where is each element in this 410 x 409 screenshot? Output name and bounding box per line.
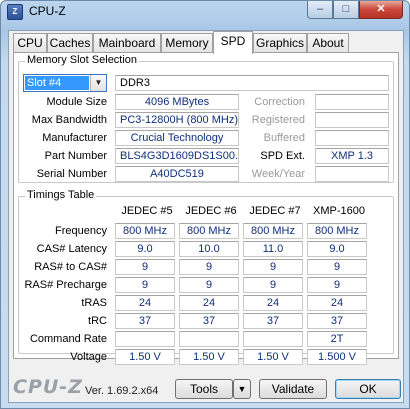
timing-row-label: RAS# Precharge [24, 279, 107, 291]
timing-cell: 37 [179, 313, 239, 329]
max-bandwidth-label: Max Bandwidth [31, 114, 107, 126]
tab-graphics[interactable]: Graphics [253, 33, 307, 53]
memory-slot-group: Memory Slot Selection Slot #4 ▼ DDR3 Mod… [18, 54, 394, 183]
timing-cell: 24 [307, 295, 367, 311]
timing-cell: 9.0 [307, 241, 367, 257]
timings-group-title: Timings Table [25, 189, 97, 201]
cpu-z-logo: CPU-Z [13, 376, 83, 398]
timing-cell: 9.0 [115, 241, 175, 257]
correction-label: Correction [254, 96, 305, 108]
column-header: JEDEC #5 [121, 205, 173, 217]
part-number-value: BLS4G3D1609DS1S00. [115, 148, 239, 164]
chevron-down-icon[interactable]: ▼ [90, 75, 106, 91]
manufacturer-value: Crucial Technology [115, 130, 239, 146]
max-bandwidth-value: PC3-12800H (800 MHz) [115, 112, 239, 128]
column-header: JEDEC #7 [249, 205, 301, 217]
cpu-z-window: Z CPU-Z – □ ✕ CPU Caches Mainboard Memor… [0, 0, 410, 409]
tab-cpu[interactable]: CPU [13, 33, 47, 53]
version-label: Ver. 1.69.2.x64 [85, 385, 159, 397]
client-area: CPU Caches Mainboard Memory SPD Graphics… [8, 30, 404, 403]
title-bar[interactable]: Z CPU-Z – □ ✕ [1, 1, 409, 23]
cpu-z-app-icon: Z [7, 4, 23, 20]
timing-cell: 800 MHz [179, 223, 239, 239]
timing-cell: 800 MHz [243, 223, 303, 239]
timing-cell: 9 [179, 259, 239, 275]
buffered-label: Buffered [263, 132, 305, 144]
slot-select[interactable]: Slot #4 ▼ [23, 74, 107, 92]
tab-caches[interactable]: Caches [47, 33, 93, 53]
timing-cell: 9 [307, 259, 367, 275]
timing-cell: 37 [243, 313, 303, 329]
timing-cell: 24 [179, 295, 239, 311]
tab-spd[interactable]: SPD [213, 31, 253, 54]
maximize-button[interactable]: □ [333, 1, 359, 19]
correction-value [315, 94, 389, 110]
timing-cell [115, 331, 175, 347]
minimize-button[interactable]: – [307, 1, 333, 19]
spd-ext-value: XMP 1.3 [315, 148, 389, 164]
slot-select-value: Slot #4 [25, 76, 89, 90]
module-size-value: 4096 MBytes [115, 94, 239, 110]
timing-row-label: tRC [88, 315, 107, 327]
timing-cell: 37 [307, 313, 367, 329]
timings-group: Timings Table JEDEC #5 JEDEC #6 JEDEC #7… [18, 189, 394, 365]
serial-number-value: A40DC519 [115, 166, 239, 182]
column-header: XMP-1600 [313, 205, 365, 217]
memory-type-field: DDR3 [115, 75, 389, 91]
timing-cell: 24 [115, 295, 175, 311]
timing-cell: 10.0 [179, 241, 239, 257]
week-year-value [315, 166, 389, 182]
week-year-label: Week/Year [251, 168, 305, 180]
timing-row-label: Frequency [55, 225, 107, 237]
timing-cell [243, 331, 303, 347]
timing-cell: 9 [115, 277, 175, 293]
tab-about[interactable]: About [307, 33, 349, 53]
timing-cell: 9 [243, 259, 303, 275]
timing-row-label: Command Rate [29, 333, 107, 345]
timing-cell: 9 [243, 277, 303, 293]
timing-row-label: CAS# Latency [36, 243, 107, 255]
timing-cell: 1.50 V [179, 349, 239, 365]
timing-cell: 11.0 [243, 241, 303, 257]
tools-button[interactable]: Tools [175, 379, 233, 399]
timing-cell: 9 [115, 259, 175, 275]
timing-row-label: Voltage [70, 351, 107, 363]
timing-cell: 1.500 V [307, 349, 367, 365]
tab-mainboard[interactable]: Mainboard [93, 33, 161, 53]
manufacturer-label: Manufacturer [42, 132, 107, 144]
buffered-value [315, 130, 389, 146]
validate-button[interactable]: Validate [259, 379, 327, 399]
timing-cell: 800 MHz [307, 223, 367, 239]
timing-cell [179, 331, 239, 347]
timing-cell: 1.50 V [243, 349, 303, 365]
registered-label: Registered [251, 114, 305, 126]
timing-row-label: RAS# to CAS# [34, 261, 107, 273]
tools-dropdown-arrow-icon[interactable]: ▼ [233, 379, 251, 399]
timing-cell: 2T [307, 331, 367, 347]
module-size-label: Module Size [46, 96, 107, 108]
registered-value [315, 112, 389, 128]
spd-ext-label: SPD Ext. [260, 150, 305, 162]
memory-slot-group-title: Memory Slot Selection [25, 54, 140, 66]
window-title: CPU-Z [29, 4, 66, 18]
timing-cell: 800 MHz [115, 223, 175, 239]
spd-panel: Memory Slot Selection Slot #4 ▼ DDR3 Mod… [13, 52, 399, 365]
ok-button[interactable]: OK [335, 379, 401, 399]
timing-row-label: tRAS [81, 297, 107, 309]
column-header: JEDEC #6 [185, 205, 237, 217]
close-button[interactable]: ✕ [359, 1, 403, 19]
part-number-label: Part Number [44, 150, 107, 162]
timing-cell: 37 [115, 313, 175, 329]
tab-memory[interactable]: Memory [161, 33, 213, 53]
serial-number-label: Serial Number [36, 168, 107, 180]
timing-cell: 9 [307, 277, 367, 293]
timing-cell: 9 [179, 277, 239, 293]
timing-cell: 1.50 V [115, 349, 175, 365]
timing-cell: 24 [243, 295, 303, 311]
